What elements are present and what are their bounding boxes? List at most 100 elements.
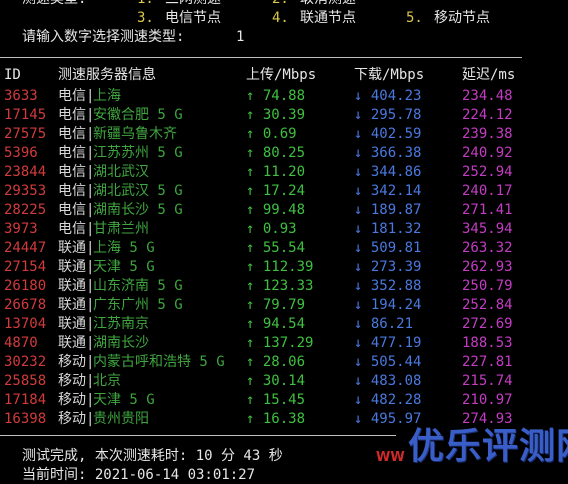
table-row: 3973 电信 | 甘肃兰州 ↑ 0.93 ↓ 181.32 345.94 [0,220,568,239]
row-download: ↓ 482.28 [354,392,422,408]
prompt-input-value[interactable]: 1 [236,28,244,47]
row-isp: 移动 [58,354,86,370]
header-download: 下载/Mbps [354,67,425,83]
row-download: ↓ 344.86 [354,164,422,180]
row-id: 17184 [4,392,47,408]
row-node: 江苏南京 [93,316,149,332]
row-upload: ↑ 30.14 [246,373,306,389]
row-latency: 252.84 [462,297,513,313]
row-latency: 240.92 [462,145,513,161]
row-node: 湖南长沙 [93,335,149,351]
row-isp: 联通 [58,240,86,256]
row-latency: 188.53 [462,335,513,351]
row-download: ↓ 342.14 [354,183,422,199]
row-upload: ↑ 80.25 [246,145,306,161]
row-latency: 250.79 [462,278,513,294]
menu-label: 测速类型: [22,0,86,9]
row-node: 湖北武汉 [93,164,149,180]
menu-option-2-text: 取消测速 [300,0,356,9]
row-upload: ↑ 137.29 [246,335,314,351]
header-server: 测速服务器信息 [58,67,156,83]
table-row: 26180 联通 | 山东济南 5 G ↑ 123.33 ↓ 352.88 250.79 [0,277,568,296]
row-download: ↓ 404.23 [354,88,422,104]
row-id: 30232 [4,354,47,370]
row-latency: 210.97 [462,392,513,408]
menu-option-1-number: 1. [137,0,154,9]
row-upload: ↑ 16.38 [246,411,306,427]
header-id: ID [4,67,21,83]
table-row: 17145 电信 | 安徽合肥 5 G ↑ 30.39 ↓ 295.78 224.12 [0,106,568,125]
row-id: 5396 [4,145,38,161]
row-node: 天津 5 G [93,259,155,275]
row-upload: ↑ 30.39 [246,107,306,123]
watermark-logo: 优乐评测网 [408,426,568,467]
row-latency: 224.12 [462,107,513,123]
row-latency: 215.74 [462,373,513,389]
row-node: 湖北武汉 5 G [93,183,183,199]
watermark-prefix: WW [376,450,405,465]
row-download: ↓ 189.87 [354,202,422,218]
row-upload: ↑ 0.93 [246,221,297,237]
row-upload: ↑ 94.54 [246,316,306,332]
row-node: 天津 5 G [93,392,155,408]
footer-done-text: 测试完成, 本次测速耗时: 10 分 43 秒 [22,448,283,464]
row-latency: 345.94 [462,221,513,237]
table-header: ID 测速服务器信息 上传/Mbps 下载/Mbps 延迟/ms [0,66,568,85]
row-id: 28225 [4,202,47,218]
row-id: 3633 [4,88,38,104]
row-id: 27575 [4,126,47,142]
row-id: 25858 [4,373,47,389]
row-id: 24447 [4,240,47,256]
row-node: 广东广州 5 G [93,297,183,313]
row-isp: 电信 [58,88,86,104]
header-latency: 延迟/ms [462,67,516,83]
row-download: ↓ 477.19 [354,335,422,351]
table-row: 30232 移动 | 内蒙古呼和浩特 5 G ↑ 28.06 ↓ 505.44 227.81 [0,353,568,372]
prompt-line[interactable]: 请输入数字选择测速类型: 1 [0,28,568,47]
menu-option-3-number: 3. [137,10,154,26]
footer-time-line: 当前时间: 2021-06-14 03:01:27 [0,466,568,484]
separator-top [0,57,522,58]
row-download: ↓ 483.08 [354,373,422,389]
row-isp: 电信 [58,107,86,123]
header-upload: 上传/Mbps [246,67,317,83]
table-row: 26678 联通 | 广东广州 5 G ↑ 79.79 ↓ 194.24 252.84 [0,296,568,315]
row-node: 北京 [93,373,121,389]
row-download: ↓ 505.44 [354,354,422,370]
menu-option-4-text: 联通节点 [300,10,356,26]
row-id: 29353 [4,183,47,199]
row-id: 3973 [4,221,38,237]
row-isp: 电信 [58,145,86,161]
row-latency: 263.32 [462,240,513,256]
menu-option-1-text: 三网测速 [165,0,221,9]
menu-option-5-text: 移动节点 [434,10,490,26]
table-row: 25858 移动 | 北京 ↑ 30.14 ↓ 483.08 215.74 [0,372,568,391]
row-download: ↓ 194.24 [354,297,422,313]
terminal-window[interactable]: 测速类型: 1. 三网测速 2. 取消测速 3. 电信节点 4. 联通节点 5.… [0,0,568,484]
row-latency: 272.69 [462,316,513,332]
table-row: 5396 电信 | 江苏苏州 5 G ↑ 80.25 ↓ 366.38 240.92 [0,144,568,163]
row-isp: 联通 [58,278,86,294]
row-isp: 电信 [58,202,86,218]
row-node: 甘肃兰州 [93,221,149,237]
row-node: 湖南长沙 5 G [93,202,183,218]
row-upload: ↑ 0.69 [246,126,297,142]
row-id: 13704 [4,316,47,332]
row-latency: 234.48 [462,88,513,104]
menu-option-4-number: 4. [272,10,289,26]
row-id: 26678 [4,297,47,313]
menu-option-3-text: 电信节点 [165,10,221,26]
row-id: 26180 [4,278,47,294]
row-download: ↓ 86.21 [354,316,414,332]
table-row: 27154 联通 | 天津 5 G ↑ 112.39 ↓ 273.39 262.93 [0,258,568,277]
menu-line-1: 测速类型: 1. 三网测速 2. 取消测速 [0,0,568,9]
row-isp: 电信 [58,183,86,199]
row-id: 27154 [4,259,47,275]
row-id: 16398 [4,411,47,427]
row-isp: 电信 [58,164,86,180]
table-row: 4870 联通 | 湖南长沙 ↑ 137.29 ↓ 477.19 188.53 [0,334,568,353]
menu-option-5-number: 5. [406,10,423,26]
row-download: ↓ 352.88 [354,278,422,294]
row-isp: 联通 [58,316,86,332]
row-latency: 239.38 [462,126,513,142]
